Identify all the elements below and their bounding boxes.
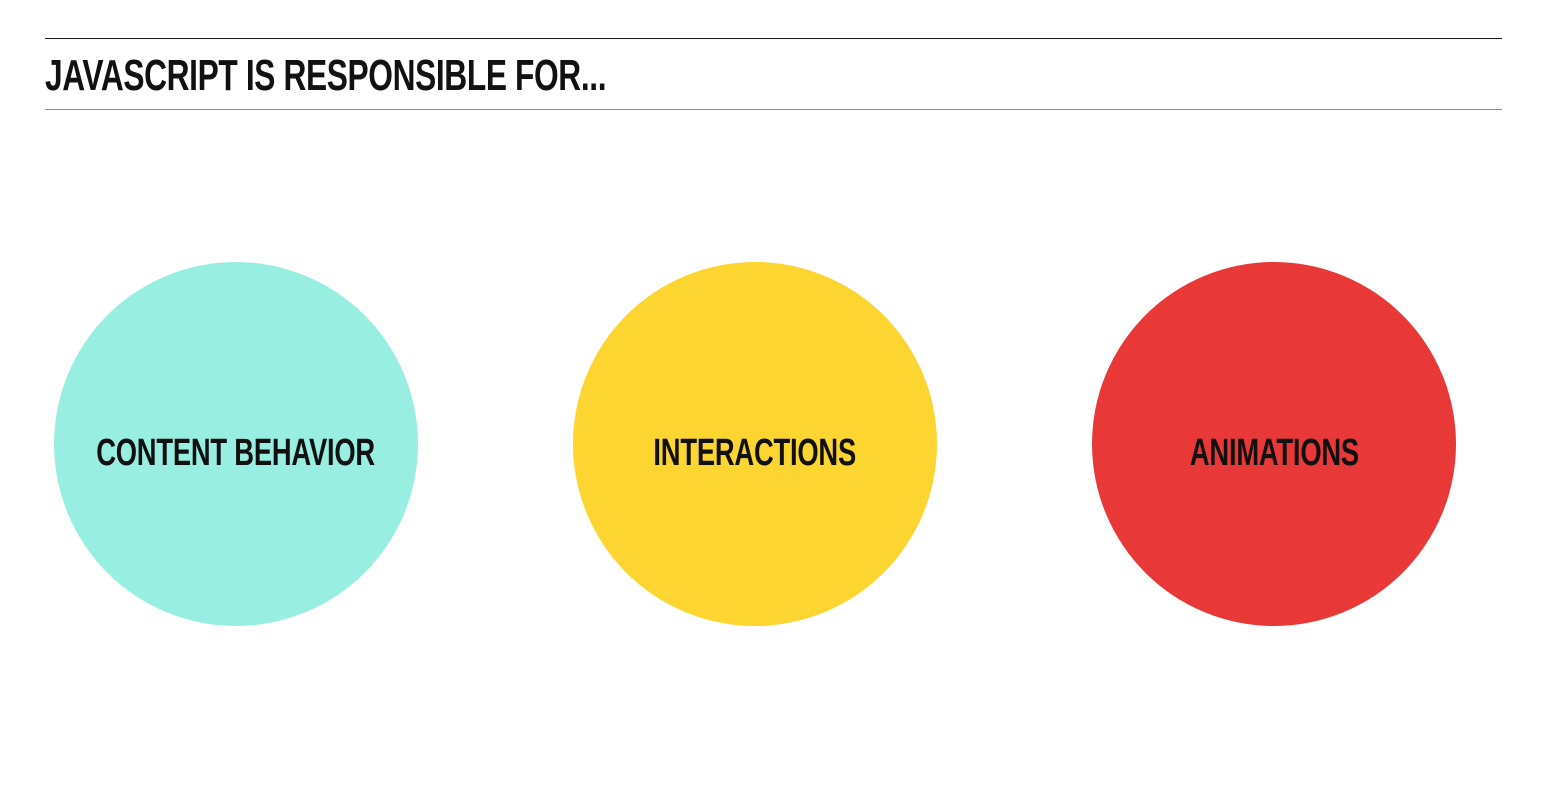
top-divider <box>45 38 1502 39</box>
content-behavior-label: CONTENT BEHAVIOR <box>96 431 376 474</box>
animations-circle: ANIMATIONS <box>1092 262 1456 626</box>
interactions-label: INTERACTIONS <box>653 431 857 474</box>
interactions-circle: INTERACTIONS <box>573 262 937 626</box>
page-title: JAVASCRIPT IS RESPONSIBLE FOR... <box>45 51 607 100</box>
title-divider <box>45 109 1502 110</box>
animations-label: ANIMATIONS <box>1189 431 1359 474</box>
content-behavior-circle: CONTENT BEHAVIOR <box>54 262 418 626</box>
